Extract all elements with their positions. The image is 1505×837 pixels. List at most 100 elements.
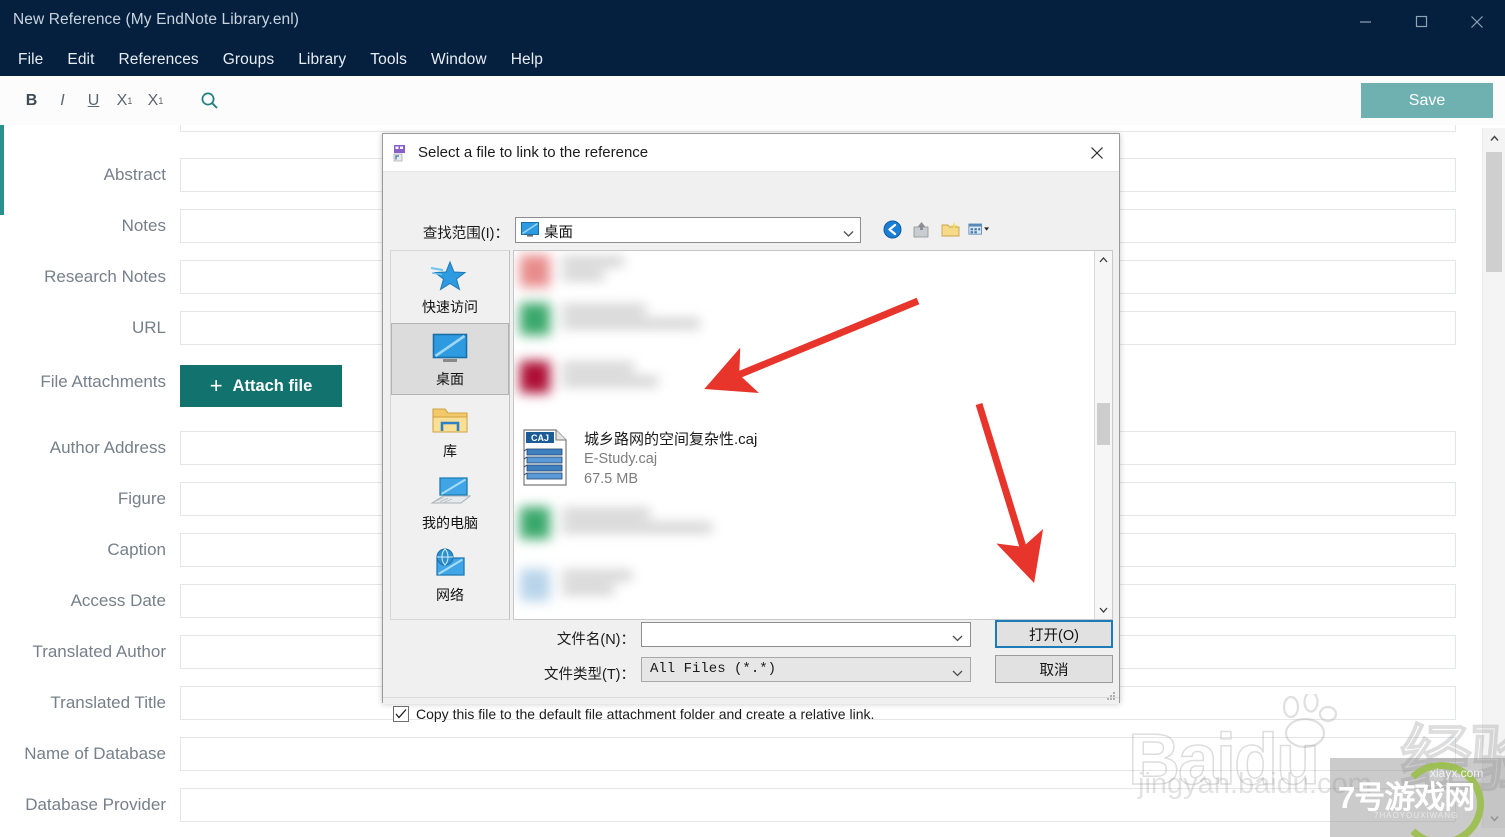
search-icon[interactable] bbox=[194, 76, 224, 125]
views-icon[interactable] bbox=[968, 218, 990, 240]
place-quick-access[interactable]: 快速访问 bbox=[391, 251, 509, 323]
place-label: 桌面 bbox=[436, 371, 464, 387]
svg-text:CAJ: CAJ bbox=[531, 433, 549, 443]
file-list-scrollbar-thumb[interactable] bbox=[1097, 403, 1110, 445]
chevron-down-icon[interactable] bbox=[843, 225, 854, 243]
place-network[interactable]: 网络 bbox=[391, 539, 509, 611]
desktop-icon bbox=[521, 222, 539, 237]
menu-item-edit[interactable]: Edit bbox=[67, 51, 94, 69]
file-list-scroll-down-icon[interactable] bbox=[1095, 601, 1112, 619]
file-list-item-caj[interactable]: CAJ 城乡路网的空间复杂性.caj E-Study.caj 67.5 MB bbox=[522, 429, 942, 489]
computer-icon bbox=[429, 473, 471, 511]
dialog-title: Select a file to link to the reference bbox=[418, 144, 649, 161]
blurred-list-item[interactable] bbox=[520, 361, 658, 393]
dialog-body: 查找范围(I)： 桌面 快速访问 桌面 库 我的电脑 网络 CAJ 城乡路网的空… bbox=[383, 172, 1119, 722]
subscript-mark: 1 bbox=[158, 95, 164, 106]
cancel-button[interactable]: 取消 bbox=[995, 655, 1113, 683]
field-row-database-provider: Database Provider bbox=[0, 788, 1478, 837]
place-desktop[interactable]: 桌面 bbox=[391, 323, 509, 395]
copy-file-checkbox[interactable] bbox=[393, 706, 409, 722]
network-icon bbox=[429, 545, 471, 583]
filetype-combobox[interactable]: All Files (*.*) bbox=[641, 657, 971, 682]
scroll-down-icon[interactable] bbox=[1483, 808, 1505, 828]
menu-item-window[interactable]: Window bbox=[431, 51, 487, 69]
place-label: 我的电脑 bbox=[422, 515, 478, 531]
field-input-keywords[interactable] bbox=[180, 125, 1456, 132]
blurred-list-item[interactable] bbox=[520, 507, 712, 539]
field-label-access-date: Access Date bbox=[70, 591, 166, 610]
caj-file-icon: CAJ bbox=[523, 429, 567, 486]
superscript-base: X bbox=[116, 91, 128, 109]
new-folder-icon[interactable] bbox=[939, 218, 961, 240]
subscript-button[interactable]: X1 bbox=[140, 86, 171, 116]
menu-item-help[interactable]: Help bbox=[511, 51, 543, 69]
format-button-group: B I U X1 X1 bbox=[16, 76, 171, 125]
field-label-research-notes: Research Notes bbox=[44, 267, 166, 286]
chevron-down-icon[interactable] bbox=[952, 664, 963, 682]
filetype-value: All Files (*.*) bbox=[650, 661, 777, 677]
look-in-label: 查找范围(I)： bbox=[422, 226, 509, 242]
form-scrollbar-thumb[interactable] bbox=[1486, 152, 1502, 272]
blurred-file-icon bbox=[520, 303, 550, 335]
menu-item-groups[interactable]: Groups bbox=[223, 51, 274, 69]
field-label-author-address: Author Address bbox=[49, 438, 166, 457]
window-controls bbox=[1337, 0, 1505, 43]
look-in-combobox[interactable]: 桌面 bbox=[515, 217, 861, 243]
open-button[interactable]: 打开(O) bbox=[995, 620, 1113, 648]
superscript-button[interactable]: X1 bbox=[109, 86, 140, 116]
menubar: File Edit References Groups Library Tool… bbox=[0, 43, 1505, 76]
form-scrollbar[interactable] bbox=[1482, 128, 1505, 828]
blurred-list-item[interactable] bbox=[520, 255, 624, 287]
field-label-translated-title: Translated Title bbox=[50, 693, 166, 712]
field-input-name-of-database[interactable] bbox=[180, 737, 1456, 771]
superscript-mark: 1 bbox=[127, 95, 133, 106]
blurred-file-icon bbox=[520, 569, 550, 601]
minimize-button[interactable] bbox=[1337, 0, 1393, 43]
field-label-caption: Caption bbox=[107, 540, 166, 559]
subscript-base: X bbox=[147, 91, 159, 109]
menu-item-tools[interactable]: Tools bbox=[370, 51, 407, 69]
window-title: New Reference (My EndNote Library.enl) bbox=[13, 11, 300, 28]
filetype-label: 文件类型(T)： bbox=[543, 667, 635, 683]
blurred-list-item[interactable] bbox=[520, 303, 700, 335]
back-icon[interactable] bbox=[881, 218, 903, 240]
field-label-url: URL bbox=[131, 318, 166, 337]
places-bar: 快速访问 桌面 库 我的电脑 网络 bbox=[390, 250, 510, 620]
scroll-up-icon[interactable] bbox=[1483, 128, 1505, 148]
maximize-button[interactable] bbox=[1393, 0, 1449, 43]
copy-file-label: Copy this file to the default file attac… bbox=[416, 706, 875, 722]
field-label-notes: Notes bbox=[121, 216, 166, 235]
star-icon bbox=[429, 257, 471, 295]
dialog-separator bbox=[383, 697, 1119, 698]
chevron-down-icon[interactable] bbox=[952, 629, 963, 647]
field-input-database-provider[interactable] bbox=[180, 788, 1456, 822]
filename-input[interactable] bbox=[641, 622, 971, 647]
place-library[interactable]: 库 bbox=[391, 395, 509, 467]
menu-item-file[interactable]: File bbox=[18, 51, 43, 69]
italic-button[interactable]: I bbox=[47, 86, 78, 116]
file-list-scrollbar[interactable] bbox=[1094, 251, 1112, 619]
save-button[interactable]: Save bbox=[1361, 83, 1493, 118]
menu-item-references[interactable]: References bbox=[119, 51, 199, 69]
bold-button[interactable]: B bbox=[16, 86, 47, 116]
attach-file-button[interactable]: + Attach file bbox=[180, 365, 342, 407]
endnote-window: New Reference (My EndNote Library.enl) F… bbox=[0, 0, 1505, 837]
file-list-scroll-up-icon[interactable] bbox=[1095, 251, 1112, 269]
underline-button[interactable]: U bbox=[78, 86, 109, 116]
place-my-computer[interactable]: 我的电脑 bbox=[391, 467, 509, 539]
file-entry-meta: 城乡路网的空间复杂性.caj E-Study.caj 67.5 MB bbox=[584, 430, 757, 489]
menu-item-library[interactable]: Library bbox=[298, 51, 346, 69]
resize-grip-icon[interactable] bbox=[1104, 689, 1116, 701]
blurred-list-item[interactable] bbox=[520, 569, 632, 601]
blurred-text bbox=[562, 363, 658, 391]
up-folder-icon[interactable] bbox=[910, 218, 932, 240]
file-list[interactable]: CAJ 城乡路网的空间复杂性.caj E-Study.caj 67.5 MB bbox=[513, 250, 1113, 620]
field-row-name-of-database: Name of Database bbox=[0, 737, 1478, 788]
field-label-keywords: Keywords bbox=[0, 125, 180, 132]
file-entry-name: 城乡路网的空间复杂性.caj bbox=[584, 431, 758, 448]
copy-file-option[interactable]: Copy this file to the default file attac… bbox=[393, 706, 874, 722]
close-button[interactable] bbox=[1449, 0, 1505, 43]
plus-icon: + bbox=[209, 373, 223, 398]
look-in-value: 桌面 bbox=[544, 225, 573, 241]
dialog-close-icon[interactable] bbox=[1075, 134, 1119, 171]
